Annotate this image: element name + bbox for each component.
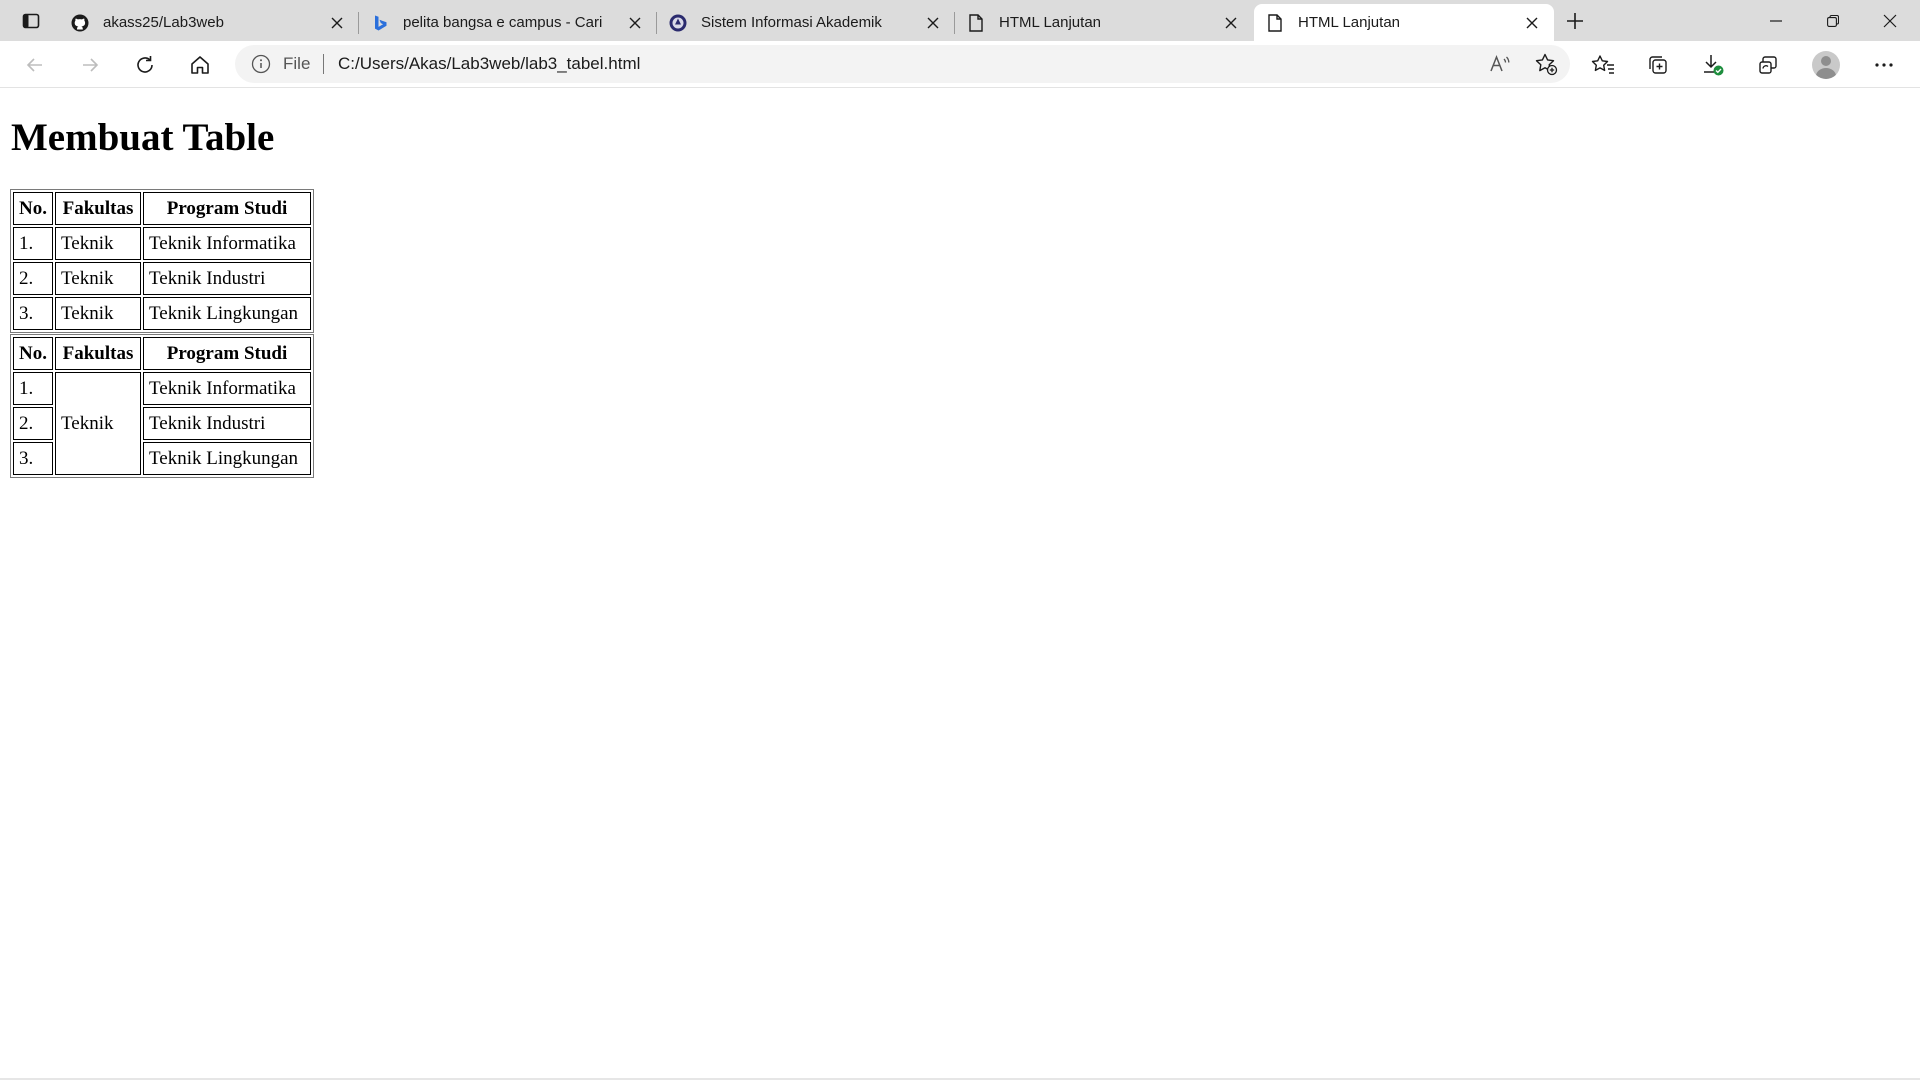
table-row: 1. Teknik Teknik Informatika	[13, 227, 311, 260]
table-row: 3. Teknik Teknik Lingkungan	[13, 297, 311, 330]
close-tab-icon[interactable]	[1522, 13, 1542, 33]
cell-program-studi: Teknik Informatika	[143, 372, 311, 405]
github-icon	[71, 14, 89, 32]
table-header-row: No. Fakultas Program Studi	[13, 337, 311, 370]
tab-title: akass25/Lab3web	[103, 14, 224, 31]
tab-actions-button[interactable]	[14, 8, 48, 34]
header-no: No.	[13, 192, 53, 225]
close-tab-icon[interactable]	[327, 13, 347, 33]
page-icon	[1266, 13, 1284, 32]
tab-actions-icon	[22, 13, 40, 29]
cell-no: 2.	[13, 262, 53, 295]
table-header-row: No. Fakultas Program Studi	[13, 192, 311, 225]
tab-title: HTML Lanjutan	[999, 14, 1101, 31]
browser-essentials-button[interactable]	[1750, 47, 1786, 83]
header-fakultas: Fakultas	[55, 337, 141, 370]
cell-no: 3.	[13, 297, 53, 330]
cell-program-studi: Teknik Informatika	[143, 227, 311, 260]
tab-sistem-informasi[interactable]: Sistem Informasi Akademik	[657, 4, 955, 41]
web-page-content: Membuat Table No. Fakultas Program Studi…	[0, 89, 1920, 1080]
campus-logo-icon	[669, 14, 687, 32]
tab-strip: akass25/Lab3web pelita bangsa e campus -…	[0, 0, 1920, 41]
settings-menu-button[interactable]	[1866, 47, 1902, 83]
table-row: 2. Teknik Teknik Industri	[13, 262, 311, 295]
page-icon	[967, 13, 985, 32]
cell-program-studi: Teknik Lingkungan	[143, 297, 311, 330]
header-program-studi: Program Studi	[143, 337, 311, 370]
info-icon[interactable]	[251, 54, 271, 74]
download-icon	[1704, 55, 1724, 76]
header-program-studi: Program Studi	[143, 192, 311, 225]
cell-no: 1.	[13, 227, 53, 260]
favorites-button[interactable]	[1585, 47, 1621, 83]
cell-no: 2.	[13, 407, 53, 440]
close-tab-icon[interactable]	[1221, 13, 1241, 33]
downloads-button[interactable]	[1695, 47, 1731, 83]
tab-github[interactable]: akass25/Lab3web	[59, 4, 359, 41]
minimize-button[interactable]	[1748, 0, 1804, 41]
plus-icon	[1567, 13, 1583, 29]
header-fakultas: Fakultas	[55, 192, 141, 225]
close-window-button[interactable]	[1862, 0, 1918, 41]
tab-bing-search[interactable]: pelita bangsa e campus - Cari	[359, 4, 657, 41]
forward-button[interactable]	[72, 47, 108, 83]
close-tab-icon[interactable]	[625, 13, 645, 33]
close-icon	[1883, 14, 1897, 27]
more-options-icon	[1875, 63, 1893, 67]
address-bar[interactable]: File C:/Users/Akas/Lab3web/lab3_tabel.ht…	[235, 45, 1570, 83]
header-no: No.	[13, 337, 53, 370]
back-button[interactable]	[17, 47, 53, 83]
back-arrow-icon	[26, 58, 42, 72]
address-separator	[323, 54, 324, 74]
restore-icon	[1827, 14, 1839, 27]
cell-program-studi: Teknik Industri	[143, 407, 311, 440]
performance-icon	[1759, 56, 1777, 74]
table-row: 1. Teknik Teknik Informatika	[13, 372, 311, 475]
cell-no: 1.	[13, 372, 53, 405]
table-prodi-rowspan: No. Fakultas Program Studi 1. Teknik Tek…	[10, 334, 314, 478]
cell-fakultas: Teknik	[55, 227, 141, 260]
add-favorite-icon[interactable]	[1534, 52, 1558, 76]
restore-button[interactable]	[1805, 0, 1861, 41]
url-text[interactable]: C:/Users/Akas/Lab3web/lab3_tabel.html	[338, 54, 640, 74]
tab-html-lanjutan-active[interactable]: HTML Lanjutan	[1254, 4, 1554, 41]
page-heading: Membuat Table	[11, 116, 275, 159]
scheme-label: File	[283, 54, 311, 73]
bing-icon	[371, 14, 389, 32]
tab-title: Sistem Informasi Akademik	[701, 14, 882, 31]
tab-html-lanjutan[interactable]: HTML Lanjutan	[955, 4, 1253, 41]
cell-fakultas: Teknik	[55, 297, 141, 330]
tab-title: HTML Lanjutan	[1298, 14, 1400, 31]
browser-toolbar: File C:/Users/Akas/Lab3web/lab3_tabel.ht…	[0, 41, 1920, 88]
home-button[interactable]	[182, 47, 218, 83]
cell-program-studi: Teknik Industri	[143, 262, 311, 295]
collections-icon	[1649, 56, 1667, 74]
cell-fakultas: Teknik	[55, 262, 141, 295]
table-prodi: No. Fakultas Program Studi 1. Teknik Tek…	[10, 189, 314, 333]
new-tab-button[interactable]	[1561, 8, 1589, 34]
refresh-icon	[137, 56, 153, 73]
favorites-icon	[1591, 55, 1614, 74]
cell-no: 3.	[13, 442, 53, 475]
forward-arrow-icon	[83, 58, 99, 72]
collections-button[interactable]	[1640, 47, 1676, 83]
minimize-icon	[1770, 19, 1782, 22]
avatar	[1812, 51, 1840, 79]
profile-button[interactable]	[1808, 47, 1844, 83]
cell-program-studi: Teknik Lingkungan	[143, 442, 311, 475]
home-icon	[191, 56, 209, 74]
refresh-button[interactable]	[127, 47, 163, 83]
read-aloud-icon[interactable]	[1488, 52, 1512, 76]
close-tab-icon[interactable]	[923, 13, 943, 33]
tab-title: pelita bangsa e campus - Cari	[403, 14, 603, 31]
cell-fakultas-merged: Teknik	[55, 372, 141, 475]
